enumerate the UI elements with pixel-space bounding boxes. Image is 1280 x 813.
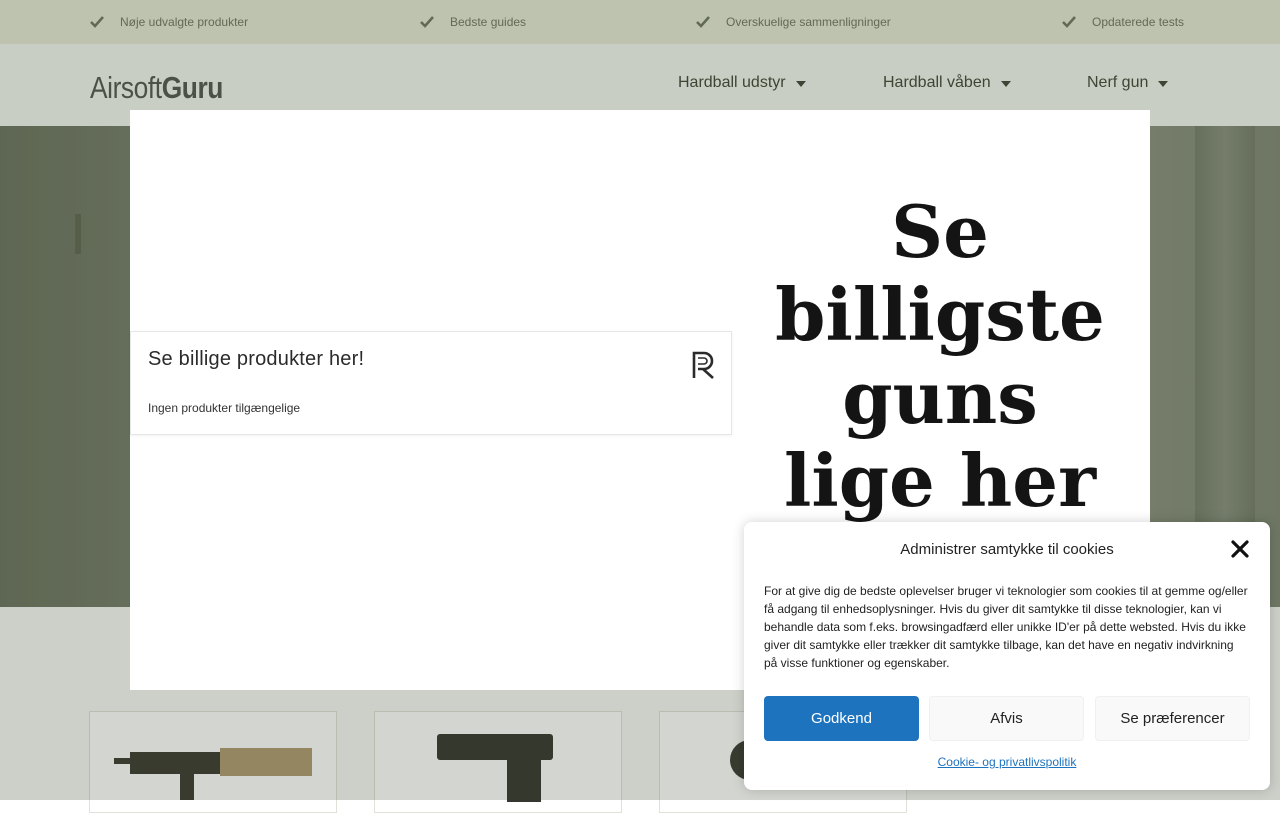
heading-line: guns <box>842 355 1038 440</box>
deny-cookies-button[interactable]: Afvis <box>929 696 1084 741</box>
widget-empty-message: Ingen produkter tilgængelige <box>148 401 301 415</box>
cookie-preferences-button[interactable]: Se præferencer <box>1095 696 1250 741</box>
accept-cookies-button[interactable]: Godkend <box>764 696 919 741</box>
close-icon[interactable] <box>1231 540 1249 558</box>
modal-heading: Se billigste guns lige her <box>770 190 1110 522</box>
cookie-dialog-title: Administrer samtykke til cookies <box>900 541 1114 558</box>
heading-line: billigste <box>775 272 1105 357</box>
heading-line: Se <box>891 189 989 274</box>
price-widget: Se billige produkter her! Ingen produkte… <box>130 331 732 435</box>
cookie-description: For at give dig de bedste oplevelser bru… <box>764 584 1248 670</box>
privacy-policy-link[interactable]: Cookie- og privatlivspolitik <box>744 755 1270 769</box>
widget-title: Se billige produkter her! <box>148 348 365 370</box>
pricerunner-logo-icon <box>692 351 714 379</box>
cookie-consent-dialog: Administrer samtykke til cookies For at … <box>744 522 1270 790</box>
heading-line: lige her <box>783 438 1096 523</box>
